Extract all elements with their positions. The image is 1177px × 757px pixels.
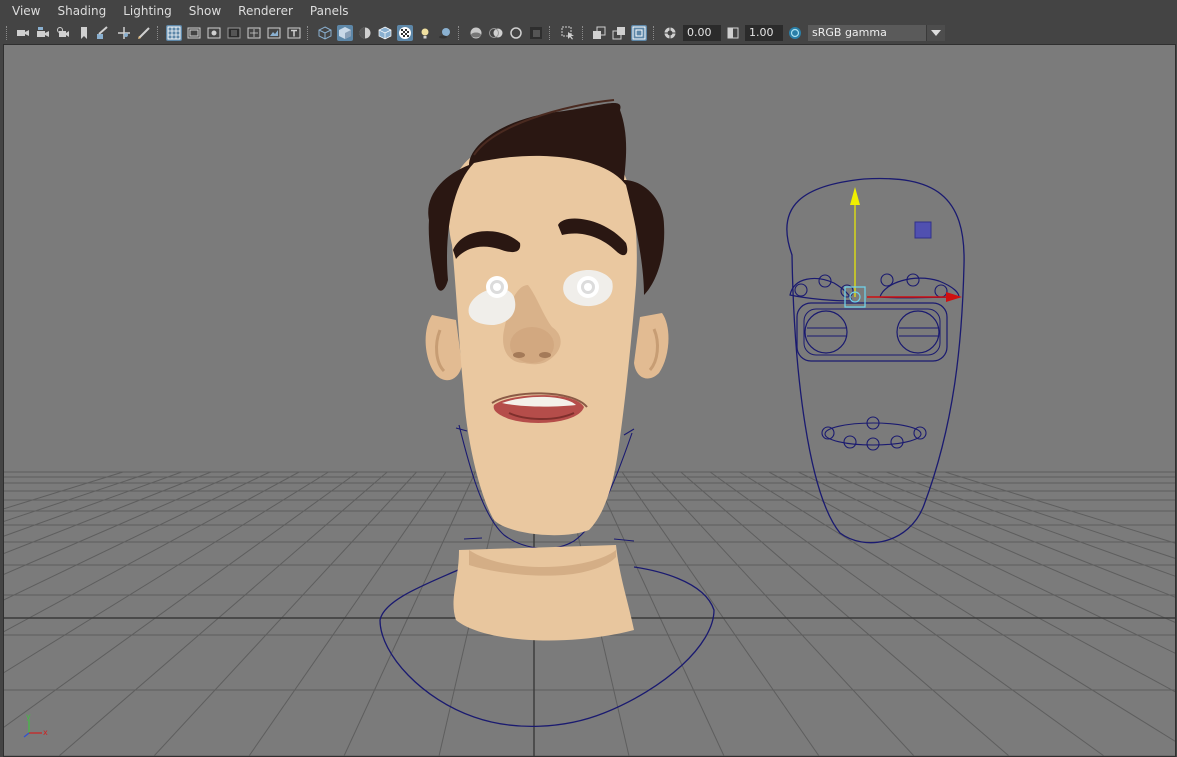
safe-title-icon[interactable] — [286, 25, 302, 41]
wireframe-on-shaded-icon[interactable] — [377, 25, 393, 41]
color-management-icon[interactable] — [787, 25, 803, 41]
3d-viewport[interactable]: y x — [3, 44, 1176, 757]
shadows-icon[interactable] — [437, 25, 453, 41]
gamma-icon[interactable] — [725, 25, 741, 41]
move-manipulator[interactable] — [844, 187, 962, 308]
menu-show[interactable]: Show — [180, 0, 229, 22]
gamma-field[interactable]: 1.00 — [745, 25, 783, 41]
gate-mask-icon[interactable] — [226, 25, 242, 41]
grid-line — [58, 471, 388, 756]
grid-line — [4, 471, 241, 575]
select-camera-icon[interactable] — [15, 25, 31, 41]
multisample-aa-icon[interactable] — [508, 25, 524, 41]
eye-target-handle[interactable] — [914, 221, 932, 239]
character-head[interactable] — [425, 99, 669, 641]
axis-y-label: y — [26, 712, 31, 721]
chevron-down-icon — [926, 25, 945, 41]
toolbar-separator — [307, 26, 310, 40]
grease-pencil-icon[interactable] — [116, 25, 132, 41]
color-space-value: sRGB gamma — [812, 26, 887, 39]
textured-icon[interactable] — [397, 25, 413, 41]
grid-line — [4, 471, 271, 601]
2d-pan-zoom-icon[interactable] — [95, 25, 111, 41]
exposure-field[interactable]: 0.00 — [683, 25, 721, 41]
xray-active-components-icon[interactable] — [611, 25, 627, 41]
viewport-scene: y x — [4, 99, 1175, 756]
camera-attributes-icon[interactable] — [35, 25, 51, 41]
image-plane-icon[interactable] — [76, 25, 92, 41]
axis-x-label: x — [43, 728, 48, 737]
y-axis-arrow-icon[interactable] — [850, 187, 860, 205]
grid-line — [4, 471, 300, 633]
menu-view[interactable]: View — [0, 0, 48, 22]
grid-icon[interactable] — [166, 25, 182, 41]
grid-line — [621, 471, 820, 756]
toolbar-separator — [549, 26, 552, 40]
grid-line — [651, 471, 915, 756]
color-space-dropdown[interactable]: sRGB gamma — [808, 25, 945, 41]
grid-line — [248, 471, 447, 756]
toolbar-separator — [157, 26, 160, 40]
menu-shading[interactable]: Shading — [48, 0, 114, 22]
grid-line — [680, 471, 1010, 756]
bookmark-icon[interactable] — [55, 25, 71, 41]
viewport-menubar: View Shading Lighting Show Renderer Pane… — [0, 0, 1177, 22]
grid-line — [739, 471, 1175, 742]
xray-icon[interactable] — [591, 25, 607, 41]
exposure-icon[interactable] — [662, 25, 678, 41]
isolate-select-icon[interactable] — [560, 25, 576, 41]
axis-indicator: y x — [23, 712, 48, 738]
grid-line — [856, 471, 1175, 598]
grid-line — [944, 471, 1175, 544]
toolbar-separator — [458, 26, 461, 40]
motion-blur-icon[interactable] — [488, 25, 504, 41]
smooth-shade-icon[interactable] — [337, 25, 353, 41]
use-all-lights-icon[interactable] — [417, 25, 433, 41]
toolbar-separator — [653, 26, 656, 40]
grid-line — [153, 471, 417, 756]
menu-renderer[interactable]: Renderer — [229, 0, 301, 22]
grid-line — [797, 471, 1175, 654]
pencil-icon[interactable] — [136, 25, 152, 41]
safe-action-icon[interactable] — [266, 25, 282, 41]
viewport-toolbar: 0.00 1.00 sRGB gamma — [0, 22, 1177, 44]
screen-space-ao-icon[interactable] — [468, 25, 484, 41]
resolution-gate-icon[interactable] — [206, 25, 222, 41]
grid-line — [827, 471, 1175, 623]
menu-lighting[interactable]: Lighting — [114, 0, 180, 22]
depth-of-field-icon[interactable] — [528, 25, 544, 41]
toolbar-separator — [6, 26, 9, 40]
grid-line — [768, 471, 1175, 693]
shade-default-icon[interactable] — [357, 25, 373, 41]
toolbar-separator — [582, 26, 585, 40]
x-axis-arrow-icon[interactable] — [946, 292, 962, 302]
face-controller-rig[interactable] — [786, 177, 965, 544]
grid-line — [4, 471, 329, 674]
xray-joints-icon[interactable] — [631, 25, 647, 41]
film-gate-icon[interactable] — [186, 25, 202, 41]
field-chart-icon[interactable] — [246, 25, 262, 41]
menu-panels[interactable]: Panels — [301, 0, 357, 22]
wireframe-icon[interactable] — [317, 25, 333, 41]
